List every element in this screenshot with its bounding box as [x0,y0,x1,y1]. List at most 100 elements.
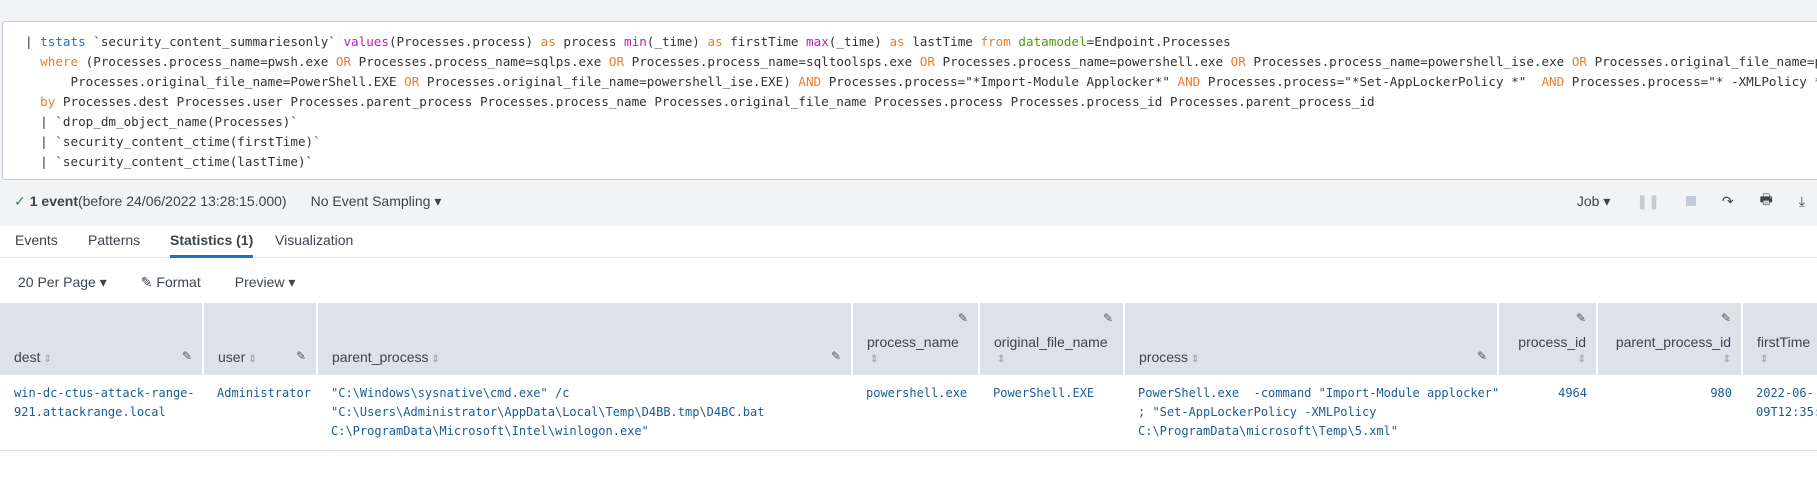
cell-process-name[interactable]: powershell.exe [852,375,979,451]
column-label: parent_process_id [1615,334,1731,350]
query-token: Processes.dest Processes.user Processes.… [55,94,1375,109]
search-query-editor[interactable]: | tstats `security_content_summariesonly… [2,21,1817,180]
query-token: Processes.original_file_name=pwsh.dll [1594,54,1817,69]
tab-events[interactable]: Events [15,232,58,258]
sort-icon[interactable]: ⇕ [997,354,1113,365]
edit-column-icon[interactable]: ✎ [958,311,968,325]
event-count: 1 event [29,193,78,209]
cell-parent-process[interactable]: "C:\Windows\sysnative\cmd.exe" /c "C:\Us… [317,375,852,451]
query-token: OR [335,54,352,69]
query-token: (_time) [828,34,890,49]
sort-icon[interactable]: ⇕ [870,354,968,365]
sort-icon[interactable]: ⇕ [1191,354,1199,365]
query-token: as [707,34,723,49]
column-header-parent-process[interactable]: parent_process ⇕ ✎ [317,303,853,375]
column-label: original_file_name [994,334,1108,350]
column-label: dest [14,349,41,365]
query-token: Processes.original_file_name=PowerShell.… [25,74,405,89]
cell-process-id[interactable]: 4964 [1498,375,1597,451]
per-page-dropdown[interactable]: 20 Per Page ▾ [18,274,107,291]
query-line: Processes.original_file_name=PowerShell.… [25,72,1817,92]
stop-icon[interactable] [1685,196,1696,206]
column-header-process-name[interactable]: process_name ⇕ ✎ [852,303,980,375]
pencil-icon: ✎ [140,273,157,290]
query-token: OR [608,54,625,69]
sort-icon[interactable]: ⇕ [1516,354,1586,365]
query-token: OR [1571,54,1587,69]
cell-user[interactable]: Administrator [203,375,317,451]
query-token: where [40,54,79,69]
cell-original-file-name[interactable]: PowerShell.EXE [979,375,1124,451]
query-token: (Processes.process) [388,34,541,49]
query-token [25,94,40,109]
query-token: as [540,34,556,49]
edit-column-icon[interactable]: ✎ [1477,349,1487,363]
edit-column-icon[interactable]: ✎ [1103,311,1113,325]
results-tabs: Events Patterns Statistics (1) Visualiza… [0,226,1817,258]
query-token: Processes.process_name=sqltoolsps.exe [624,54,920,69]
job-status-bar: ✓ 1 event (before 24/06/2022 13:28:15.00… [0,189,1817,213]
column-header-firstTime[interactable]: firstTime ⇕ [1742,303,1817,375]
column-header-parent-process-id[interactable]: parent_process_id ⇕ ✎ [1597,303,1743,375]
column-header-dest[interactable]: dest ⇕ ✎ [0,303,204,375]
column-label: firstTime [1757,334,1811,350]
query-token: lastTime [904,34,981,49]
query-token: AND [798,74,822,89]
event-sampling-dropdown[interactable]: No Event Sampling ▾ [311,193,442,210]
query-token: by [40,94,56,109]
query-token: OR [404,74,420,89]
tab-statistics[interactable]: Statistics (1) [170,232,254,258]
query-token: (Processes.process_name=pwsh.exe [78,54,336,69]
tab-patterns[interactable]: Patterns [88,232,140,258]
column-label: process [1139,349,1189,365]
format-button[interactable]: ✎ Format [141,274,201,291]
query-token: AND [1177,74,1201,89]
column-header-process-id[interactable]: process_id ⇕ ✎ [1498,303,1598,375]
sort-icon[interactable]: ⇕ [43,354,51,365]
export-icon[interactable]: ⤓ [1799,193,1805,210]
cell-parent-process-id[interactable]: 980 [1597,375,1742,451]
sort-icon[interactable]: ⇕ [1760,354,1817,365]
column-label: process_id [1518,334,1586,350]
edit-column-icon[interactable]: ✎ [1576,311,1586,325]
column-header-user[interactable]: user ⇕ ✎ [203,303,318,375]
column-header-original-file-name[interactable]: original_file_name ⇕ ✎ [979,303,1125,375]
edit-column-icon[interactable]: ✎ [296,349,306,363]
query-line: by Processes.dest Processes.user Process… [25,92,1817,112]
sort-icon[interactable]: ⇕ [1615,354,1731,365]
query-token: Processes.process="* -XMLPolicy *" [1564,74,1817,89]
query-token: Processes.process_name=powershell.exe [934,54,1231,69]
share-icon[interactable]: ↷ [1722,193,1734,210]
sort-icon[interactable]: ⇕ [248,354,256,365]
column-label: user [218,349,246,365]
query-token: OR [1230,54,1246,69]
query-token [25,54,40,69]
query-token: values [343,34,389,49]
query-token: process [555,34,625,49]
query-token: Processes.process="*Import-Module Apploc… [821,74,1178,89]
query-token: firstTime [722,34,807,49]
edit-column-icon[interactable]: ✎ [831,349,841,363]
sort-icon[interactable]: ⇕ [432,354,440,365]
query-token: max [806,34,829,49]
query-token: Processes.original_file_name=powershell_… [419,74,799,89]
job-menu[interactable]: Job ▾ [1577,193,1611,210]
query-line: | `drop_dm_object_name(Processes)` [25,112,1817,132]
query-token: as [889,34,905,49]
statistics-table: dest ⇕ ✎ user ⇕ ✎ parent_process ⇕ ✎ process_name… [0,303,1817,451]
column-label: process_name [867,334,959,350]
edit-column-icon[interactable]: ✎ [1721,311,1731,325]
cell-dest[interactable]: win-dc-ctus-attack-range- 921.attackrang… [0,375,203,451]
tab-visualization[interactable]: Visualization [275,232,353,258]
preview-dropdown[interactable]: Preview ▾ [235,274,296,291]
edit-column-icon[interactable]: ✎ [182,349,192,363]
query-token: (_time) [646,34,708,49]
query-line: | `security_content_ctime(lastTime)` [25,152,1817,172]
cell-firstTime[interactable]: 2022-06- 09T12:35: [1742,375,1817,451]
cell-process[interactable]: PowerShell.exe -command "Import-Module a… [1124,375,1498,451]
query-token: | [25,34,33,49]
pause-icon[interactable]: ❚❚ [1636,193,1659,210]
query-token: Processes.process_name=sqlps.exe [351,54,609,69]
column-header-process[interactable]: process ⇕ ✎ [1124,303,1499,375]
print-icon[interactable]: 🖶 [1760,189,1773,213]
